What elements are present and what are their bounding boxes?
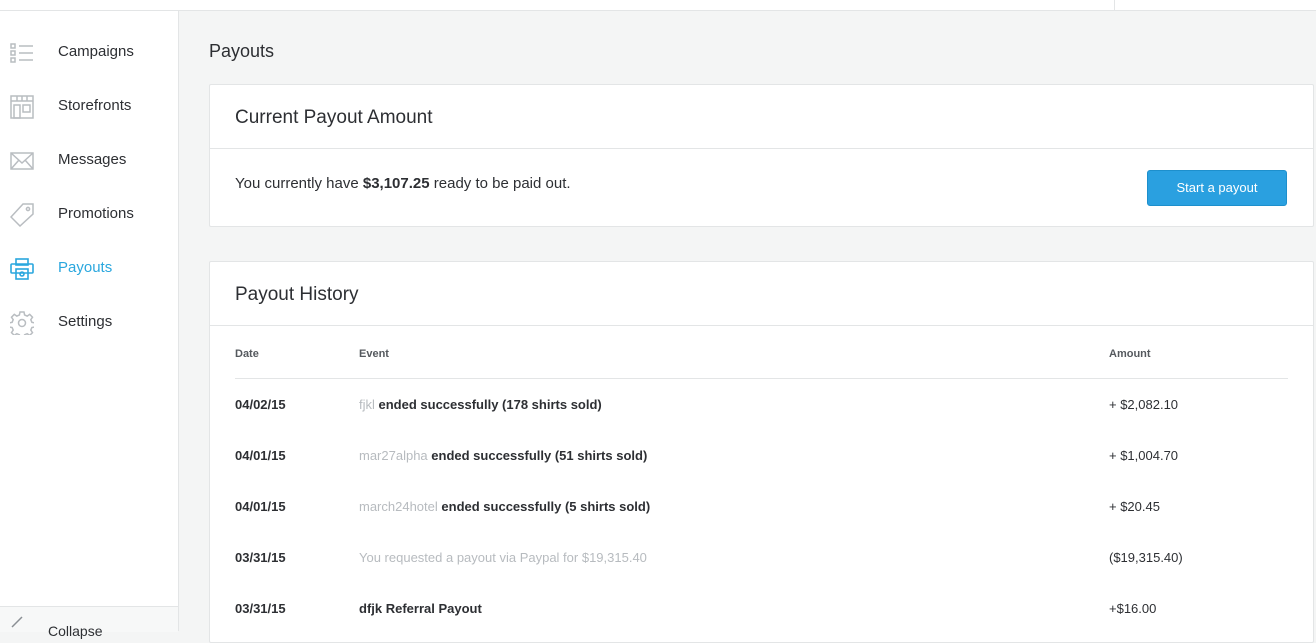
sidebar-item-storefronts[interactable]: Storefronts	[0, 80, 178, 134]
start-payout-button[interactable]: Start a payout	[1147, 170, 1287, 206]
row-date: 03/31/15	[235, 550, 286, 565]
sidebar-item-label: Promotions	[58, 205, 134, 222]
sidebar: Campaigns Storefronts Messages Promotion…	[0, 11, 179, 639]
row-event: mar27alpha ended successfully (51 shirts…	[359, 448, 647, 463]
campaign-link[interactable]: mar27alpha	[359, 448, 428, 463]
sidebar-item-label: Storefronts	[58, 97, 132, 114]
card-title: Current Payout Amount	[235, 107, 433, 128]
table-row: 04/02/15 fjkl ended successfully (178 sh…	[235, 379, 1288, 430]
sidebar-item-label: Settings	[58, 313, 113, 330]
payouts-icon	[10, 258, 34, 280]
campaign-link[interactable]: march24hotel	[359, 499, 438, 514]
event-text: ended successfully (178 shirts sold)	[374, 397, 602, 412]
row-amount: + $1,004.70	[1109, 448, 1179, 463]
text-after: ready to be paid out.	[429, 175, 571, 192]
storefront-icon	[10, 95, 34, 119]
page-title: Payouts	[209, 41, 275, 61]
sidebar-item-label: Messages	[58, 151, 127, 168]
table-header: Date Event Amount	[235, 325, 1288, 379]
collapse-arrow-icon	[11, 616, 23, 628]
table-row: 04/01/15 mar27alpha ended successfully (…	[235, 430, 1288, 481]
row-event: dfjk Referral Payout	[359, 601, 482, 616]
text-before: You currently have	[235, 175, 363, 192]
top-bar-divider	[1114, 0, 1115, 10]
row-date: 04/01/15	[235, 448, 286, 463]
campaign-link[interactable]: fjkl	[359, 397, 375, 412]
envelope-icon	[10, 152, 34, 170]
row-date: 04/01/15	[235, 499, 286, 514]
payout-history-card: Payout History Date Event Amount 04/02/1…	[209, 261, 1314, 643]
tag-icon	[10, 203, 34, 227]
current-payout-card: Current Payout Amount You currently have…	[209, 84, 1314, 227]
column-header-event[interactable]: Event	[359, 348, 389, 360]
row-date: 04/02/15	[235, 397, 286, 412]
row-amount: + $2,082.10	[1109, 397, 1179, 412]
collapse-button[interactable]: Collapse	[0, 606, 178, 639]
list-icon	[10, 43, 33, 63]
row-amount: +$16.00	[1109, 601, 1157, 616]
row-event: march24hotel ended successfully (5 shirt…	[359, 499, 650, 514]
event-text: ended successfully (51 shirts sold)	[427, 448, 648, 463]
gear-icon	[10, 311, 34, 335]
table-row: 04/01/15 march24hotel ended successfully…	[235, 481, 1288, 532]
card-header: Payout History	[210, 262, 1313, 326]
current-payout-body: You currently have $3,107.25 ready to be…	[210, 149, 1313, 226]
row-amount: ($19,315.40)	[1109, 550, 1183, 565]
sidebar-item-label: Campaigns	[58, 43, 134, 60]
row-event: fjkl ended successfully (178 shirts sold…	[359, 397, 602, 412]
column-header-date[interactable]: Date	[235, 348, 259, 360]
collapse-label: Collapse	[48, 623, 103, 639]
table-row: 03/31/15 You requested a payout via Payp…	[235, 532, 1288, 583]
card-title: Payout History	[235, 284, 359, 305]
row-amount: + $20.45	[1109, 499, 1160, 514]
column-header-amount[interactable]: Amount	[1109, 348, 1151, 360]
card-header: Current Payout Amount	[210, 85, 1313, 149]
table-row: 03/31/15 dfjk Referral Payout +$16.00	[235, 583, 1288, 634]
sidebar-item-label: Payouts	[58, 259, 113, 276]
sidebar-item-messages[interactable]: Messages	[0, 134, 178, 188]
payout-amount: $3,107.25	[362, 175, 430, 192]
sidebar-item-settings[interactable]: Settings	[0, 296, 178, 350]
row-date: 03/31/15	[235, 601, 286, 616]
event-text: ended successfully (5 shirts sold)	[437, 499, 651, 514]
sidebar-item-payouts[interactable]: Payouts	[0, 242, 178, 296]
sidebar-item-campaigns[interactable]: Campaigns	[0, 26, 178, 80]
row-event: You requested a payout via Paypal for $1…	[359, 550, 647, 565]
payout-history-table: Date Event Amount 04/02/15 fjkl ended su…	[235, 325, 1288, 634]
top-bar	[0, 0, 1316, 11]
sidebar-item-promotions[interactable]: Promotions	[0, 188, 178, 242]
current-payout-text: You currently have $3,107.25 ready to be…	[235, 175, 571, 192]
